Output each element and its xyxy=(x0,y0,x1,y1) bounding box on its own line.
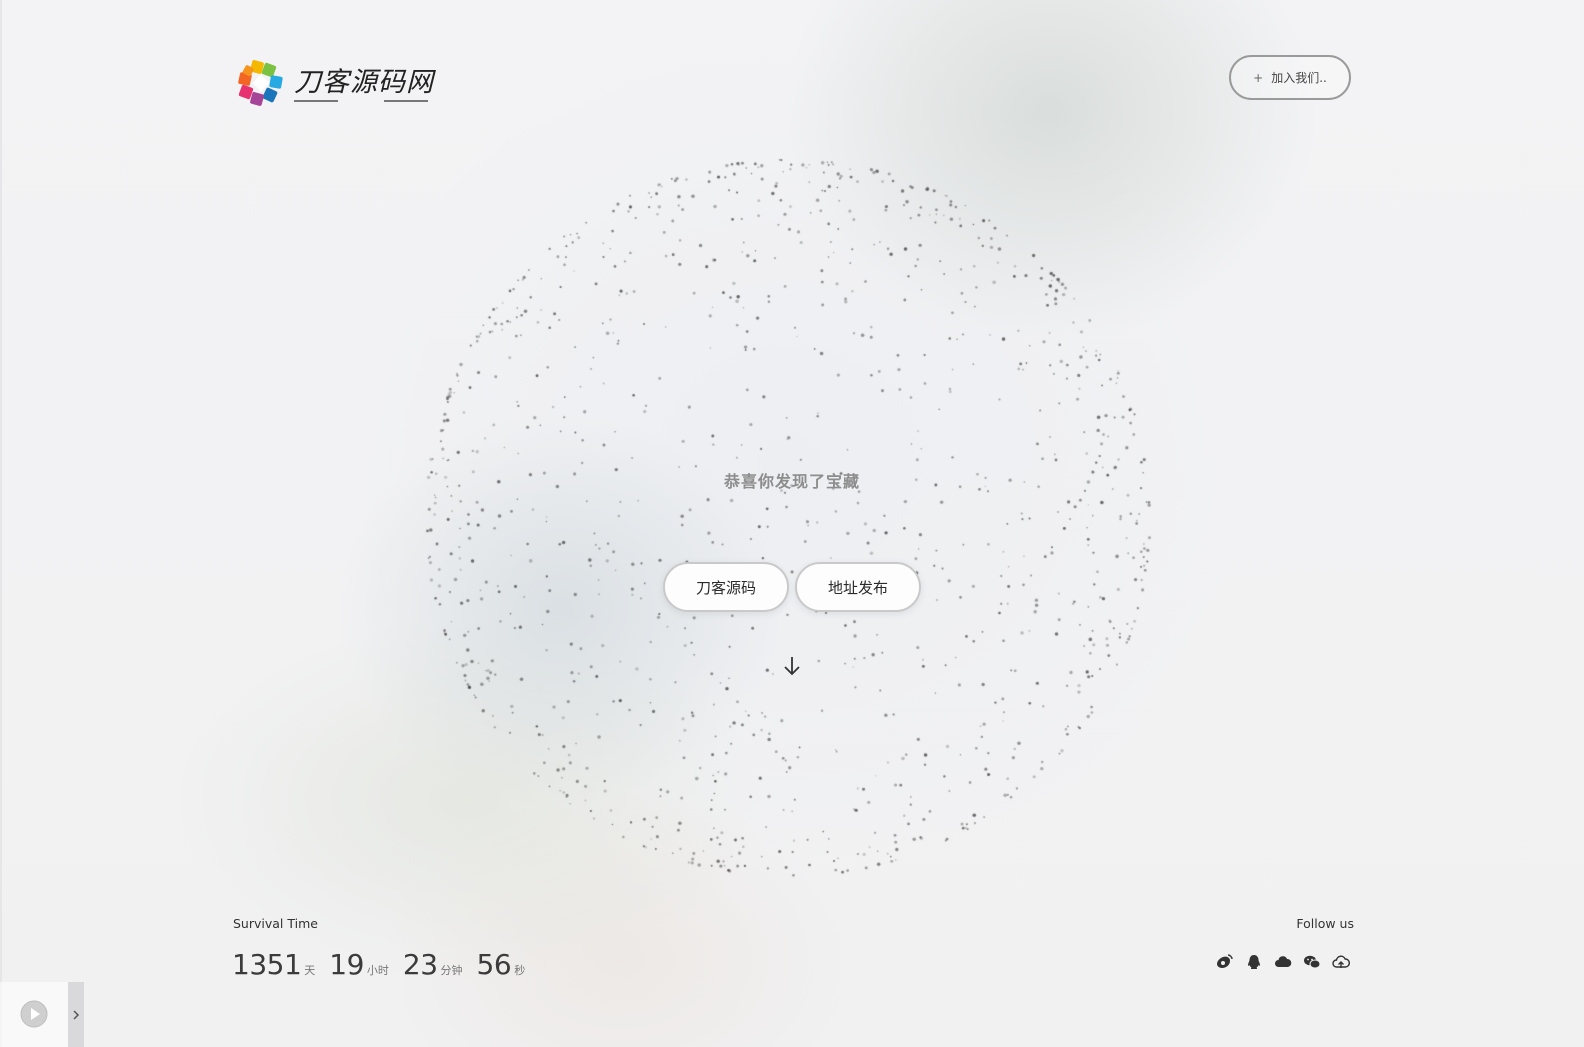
address-release-button[interactable]: 地址发布 xyxy=(795,562,921,612)
play-icon[interactable] xyxy=(20,1000,48,1028)
music-player xyxy=(0,982,84,1047)
join-us-button[interactable]: + 加入我们.. xyxy=(1229,55,1351,100)
weibo-icon[interactable] xyxy=(1216,953,1234,971)
survival-time-label: Survival Time xyxy=(233,916,318,931)
timer-days-unit: 天 xyxy=(304,964,316,977)
timer-seconds-unit: 秒 xyxy=(514,964,526,977)
timer-days: 1351 xyxy=(232,948,302,981)
timer-seconds: 56 xyxy=(476,948,512,981)
cloud-upload-icon[interactable] xyxy=(1332,953,1350,971)
arrow-down-icon[interactable] xyxy=(782,655,802,677)
cloud-icon[interactable] xyxy=(1274,953,1292,971)
site-name: 刀客源码网 xyxy=(294,67,434,98)
player-toggle[interactable] xyxy=(68,982,84,1047)
timer-minutes-unit: 分钟 xyxy=(440,964,463,977)
logo-underline-left xyxy=(294,100,338,102)
timer-hours-unit: 小时 xyxy=(366,964,389,977)
chevron-right-icon xyxy=(73,1009,80,1020)
daoke-source-button[interactable]: 刀客源码 xyxy=(663,562,789,612)
wechat-icon[interactable] xyxy=(1303,953,1321,971)
survival-timer: 1351 天 19 小时 23 分钟 56 秒 xyxy=(232,948,539,981)
social-links xyxy=(1216,953,1350,971)
logo-icon xyxy=(238,60,283,106)
hero-buttons: 刀客源码 地址发布 xyxy=(663,562,921,612)
plus-icon: + xyxy=(1253,70,1264,85)
logo-underline-right xyxy=(384,100,428,102)
particle-sphere xyxy=(0,0,1584,1047)
join-us-label: 加入我们.. xyxy=(1271,71,1327,85)
hero-title: 恭喜你发现了宝藏 xyxy=(723,472,860,491)
qq-icon[interactable] xyxy=(1245,953,1263,971)
timer-hours: 19 xyxy=(329,948,364,981)
timer-minutes: 23 xyxy=(402,948,438,981)
follow-us-label: Follow us xyxy=(1296,916,1354,931)
